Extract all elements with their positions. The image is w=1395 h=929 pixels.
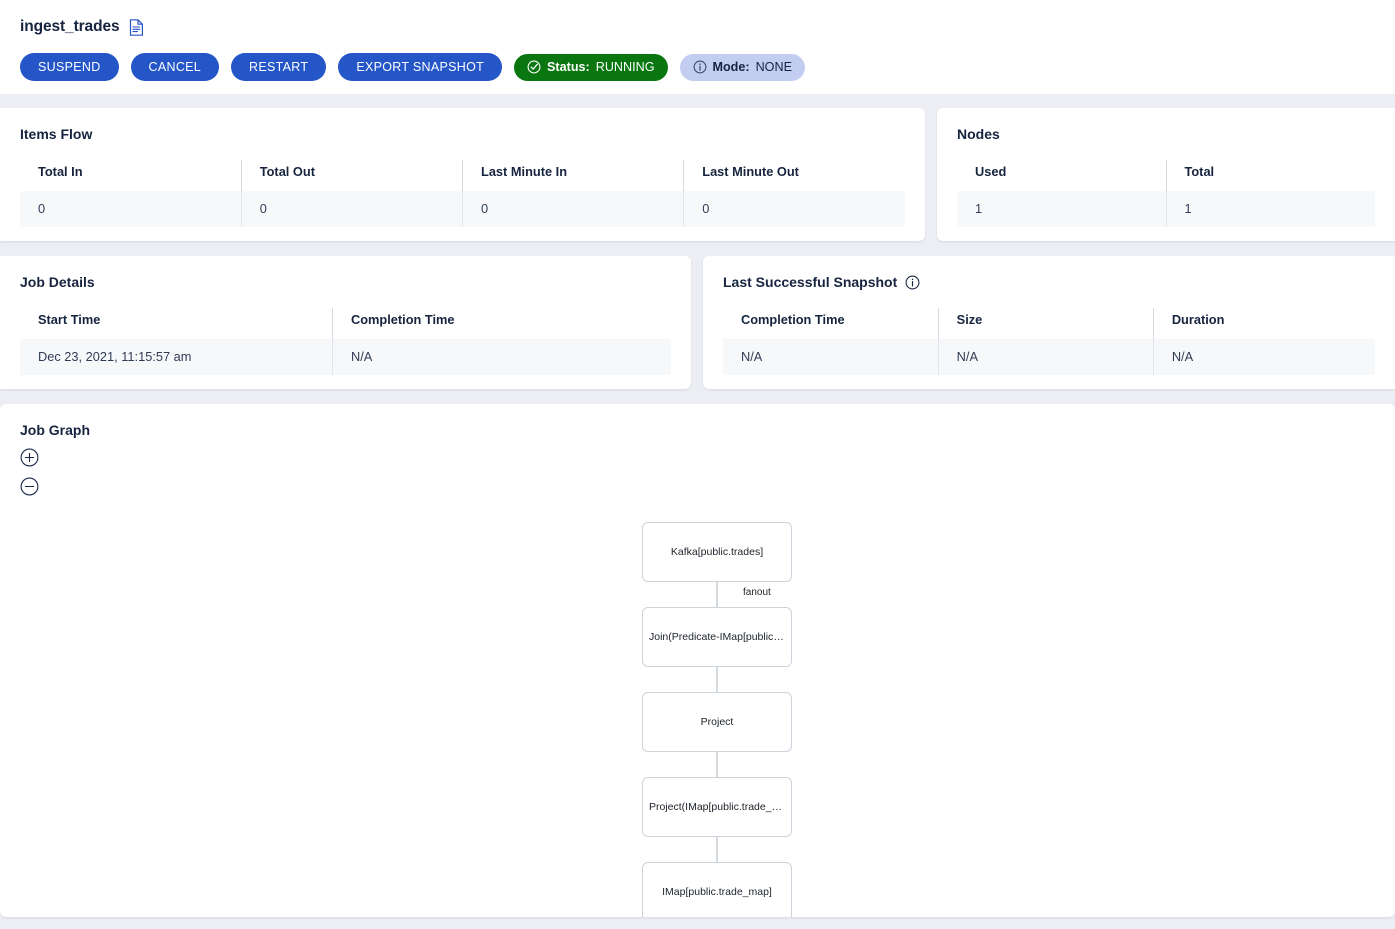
- status-badge: Status: RUNNING: [514, 54, 667, 81]
- last-snapshot-title: Last Successful Snapshot: [723, 274, 897, 290]
- table-header-row: Start Time Completion Time: [20, 308, 671, 339]
- suspend-button[interactable]: SUSPEND: [20, 53, 119, 81]
- job-details-card: Job Details Start Time Completion Time D…: [0, 256, 691, 389]
- table-row: 1 1: [957, 191, 1375, 227]
- value-duration: N/A: [1153, 339, 1375, 375]
- export-snapshot-button[interactable]: EXPORT SNAPSHOT: [338, 53, 502, 81]
- job-details-title: Job Details: [20, 274, 671, 290]
- mode-badge: Mode: NONE: [680, 54, 805, 81]
- column-completion-time: Completion Time: [723, 308, 938, 339]
- mode-badge-label: Mode:: [713, 60, 750, 74]
- graph-node-join[interactable]: Join(Predicate-IMap[public.co…: [642, 607, 792, 667]
- page-header: ingest_trades SUSPEND CANCEL RESTART EXP…: [0, 0, 1395, 94]
- table-header-row: Completion Time Size Duration: [723, 308, 1375, 339]
- value-last-minute-out: 0: [684, 191, 905, 227]
- items-flow-card: Items Flow Total In Total Out Last Minut…: [0, 108, 925, 241]
- value-total-in: 0: [20, 191, 241, 227]
- page-title: ingest_trades: [20, 18, 120, 36]
- mode-badge-value: NONE: [756, 60, 792, 74]
- value-total-out: 0: [241, 191, 462, 227]
- column-last-minute-in: Last Minute In: [463, 160, 684, 191]
- graph-node-label: Project: [649, 716, 785, 728]
- value-last-minute-in: 0: [463, 191, 684, 227]
- table-row: Dec 23, 2021, 11:15:57 am N/A: [20, 339, 671, 375]
- document-icon[interactable]: [129, 19, 144, 36]
- column-size: Size: [938, 308, 1153, 339]
- value-completion-time: N/A: [332, 339, 671, 375]
- check-circle-icon: [527, 60, 541, 74]
- items-flow-table: Total In Total Out Last Minute In Last M…: [20, 160, 905, 227]
- graph-node-label: Join(Predicate-IMap[public.co…: [649, 631, 785, 643]
- info-circle-icon: [693, 60, 707, 74]
- graph-node-project[interactable]: Project: [642, 692, 792, 752]
- column-duration: Duration: [1153, 308, 1375, 339]
- table-row: 0 0 0 0: [20, 191, 905, 227]
- column-total-in: Total In: [20, 160, 241, 191]
- status-badge-value: RUNNING: [596, 60, 655, 74]
- graph-edge-label-fanout: fanout: [743, 587, 771, 598]
- column-last-minute-out: Last Minute Out: [684, 160, 905, 191]
- job-graph-card: Job Graph: [0, 404, 1395, 917]
- job-detail-page: ingest_trades SUSPEND CANCEL RESTART EXP…: [0, 0, 1395, 929]
- job-graph-canvas[interactable]: Kafka[public.trades] fanout Join(Predica…: [20, 446, 1375, 876]
- info-circle-icon[interactable]: [905, 275, 920, 290]
- status-badge-label: Status:: [547, 60, 590, 74]
- nodes-card: Nodes Used Total 1 1: [937, 108, 1395, 241]
- last-snapshot-card: Last Successful Snapshot Completion Time…: [703, 256, 1395, 389]
- restart-button[interactable]: RESTART: [231, 53, 326, 81]
- column-total: Total: [1166, 160, 1375, 191]
- table-row: N/A N/A N/A: [723, 339, 1375, 375]
- graph-node-label: Kafka[public.trades]: [649, 546, 785, 558]
- value-start-time: Dec 23, 2021, 11:15:57 am: [20, 339, 332, 375]
- nodes-title: Nodes: [957, 126, 1375, 142]
- title-row: ingest_trades: [20, 14, 1375, 40]
- value-size: N/A: [938, 339, 1153, 375]
- column-used: Used: [957, 160, 1166, 191]
- graph-node-imap[interactable]: IMap[public.trade_map]: [642, 862, 792, 917]
- column-start-time: Start Time: [20, 308, 332, 339]
- graph-node-label: IMap[public.trade_map]: [649, 886, 785, 898]
- job-details-table: Start Time Completion Time Dec 23, 2021,…: [20, 308, 671, 375]
- last-snapshot-table: Completion Time Size Duration N/A N/A N/…: [723, 308, 1375, 375]
- table-header-row: Total In Total Out Last Minute In Last M…: [20, 160, 905, 191]
- job-graph-title: Job Graph: [20, 422, 1375, 438]
- nodes-table: Used Total 1 1: [957, 160, 1375, 227]
- column-completion-time: Completion Time: [332, 308, 671, 339]
- graph-node-label: Project(IMap[public.trade_map]): [649, 801, 785, 813]
- cancel-button[interactable]: CANCEL: [131, 53, 220, 81]
- table-header-row: Used Total: [957, 160, 1375, 191]
- value-used: 1: [957, 191, 1166, 227]
- action-button-row: SUSPEND CANCEL RESTART EXPORT SNAPSHOT S…: [20, 53, 1375, 81]
- last-snapshot-title-row: Last Successful Snapshot: [723, 274, 1375, 290]
- graph-node-project-imap[interactable]: Project(IMap[public.trade_map]): [642, 777, 792, 837]
- graph-node-kafka[interactable]: Kafka[public.trades]: [642, 522, 792, 582]
- value-total: 1: [1166, 191, 1375, 227]
- column-total-out: Total Out: [241, 160, 462, 191]
- value-completion-time: N/A: [723, 339, 938, 375]
- items-flow-title: Items Flow: [20, 126, 905, 142]
